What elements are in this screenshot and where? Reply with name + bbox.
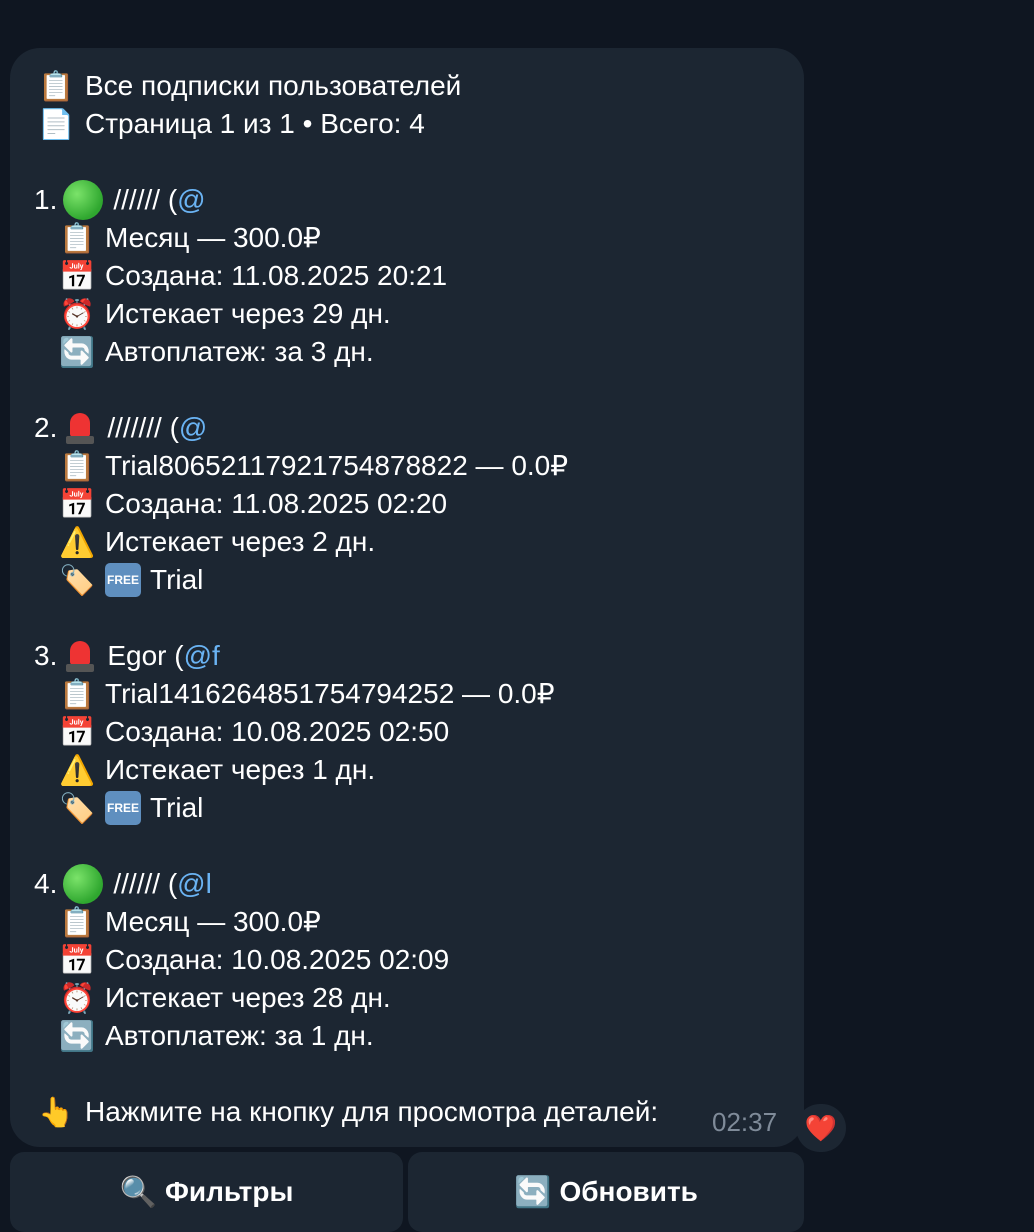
green-circle-icon — [63, 180, 104, 220]
subscription-3-created: 📅 Создана: 10.08.2025 02:50 — [58, 713, 449, 751]
subscription-4-plan: 📋 Месяц — 300.0₽ — [58, 903, 321, 941]
refresh-button-label: Обновить — [559, 1176, 698, 1207]
subscription-index: 1. — [34, 184, 58, 215]
expires-text: Истекает через 2 дн. — [105, 526, 376, 557]
alarm-clock-icon: ⏰ — [58, 980, 96, 1015]
plan-text: Trial80652117921754878822 — 0.0₽ — [105, 450, 569, 481]
trial-text: Trial — [150, 564, 204, 595]
calendar-icon: 📅 — [58, 486, 96, 521]
refresh-icon: 🔄 — [514, 1175, 552, 1209]
created-text: Создана: 11.08.2025 02:20 — [105, 488, 448, 519]
subscription-1-header: 1. ////// ( @ — [34, 180, 206, 220]
subscription-index: 4. — [34, 868, 58, 899]
plan-text: Месяц — 300.0₽ — [105, 906, 321, 937]
siren-icon — [63, 409, 97, 447]
subscription-4-header: 4. ////// ( @l — [34, 864, 212, 904]
subscription-2-header: 2. /////// ( @ — [34, 409, 207, 447]
siren-icon — [63, 637, 97, 675]
header-title-line: 📋 Все подписки пользователей — [36, 67, 461, 105]
subscription-2-extra: 🏷️ FREE Trial — [58, 561, 203, 599]
created-text: Создана: 11.08.2025 20:21 — [105, 260, 448, 291]
subscription-2-expires: ⚠️ Истекает через 2 дн. — [58, 523, 375, 561]
subscription-4-created: 📅 Создана: 10.08.2025 02:09 — [58, 941, 449, 979]
pointing-up-hand-icon: 👆 — [37, 1094, 75, 1129]
label-tag-icon: 🏷️ — [58, 790, 96, 825]
clipboard-icon: 📋 — [58, 448, 96, 483]
subscription-3-header: 3. Egor ( @f — [34, 637, 220, 675]
subscription-2-plan: 📋 Trial80652117921754878822 — 0.0₽ — [58, 447, 568, 485]
label-tag-icon: 🏷️ — [58, 562, 96, 597]
refresh-button[interactable]: 🔄 Обновить — [408, 1152, 804, 1232]
refresh-icon: 🔄 — [58, 334, 96, 369]
subscription-index: 3. — [34, 640, 58, 671]
heart-reaction-icon[interactable]: ❤️ — [796, 1104, 846, 1152]
subscription-user-name: ////// ( — [113, 868, 178, 899]
expires-text: Истекает через 28 дн. — [105, 982, 391, 1013]
subscription-user-name: /////// ( — [107, 412, 179, 443]
green-circle-icon — [63, 864, 104, 904]
magnifier-icon: 🔍 — [119, 1175, 157, 1209]
page-icon: 📄 — [37, 106, 75, 141]
subscription-1-plan: 📋 Месяц — 300.0₽ — [58, 219, 321, 257]
calendar-icon: 📅 — [58, 942, 96, 977]
calendar-icon: 📅 — [58, 258, 96, 293]
subscription-1-expires: ⏰ Истекает через 29 дн. — [58, 295, 391, 333]
calendar-icon: 📅 — [58, 714, 96, 749]
subscription-4-extra: 🔄 Автоплатеж: за 1 дн. — [58, 1017, 374, 1055]
clipboard-icon: 📋 — [58, 904, 96, 939]
filters-button[interactable]: 🔍 Фильтры — [10, 1152, 403, 1232]
hint-line: 👆 Нажмите на кнопку для просмотра детале… — [36, 1093, 658, 1131]
autopay-text: Автоплатеж: за 3 дн. — [105, 336, 374, 367]
subscription-index: 2. — [34, 412, 58, 443]
trial-text: Trial — [150, 792, 204, 823]
subscription-1-extra: 🔄 Автоплатеж: за 3 дн. — [58, 333, 374, 371]
user-handle-link[interactable]: @ — [177, 181, 205, 219]
subscription-user-name: ////// ( — [113, 184, 178, 215]
free-badge-icon: FREE — [105, 791, 141, 825]
refresh-icon: 🔄 — [58, 1018, 96, 1053]
message-timestamp: 02:37 — [712, 1107, 778, 1137]
filters-button-label: Фильтры — [164, 1176, 294, 1207]
created-text: Создана: 10.08.2025 02:50 — [105, 716, 450, 747]
page-info: Страница 1 из 1 • Всего: 4 — [85, 108, 425, 139]
alarm-clock-icon: ⏰ — [58, 296, 96, 331]
header-page-line: 📄 Страница 1 из 1 • Всего: 4 — [36, 105, 425, 143]
expires-text: Истекает через 29 дн. — [105, 298, 391, 329]
plan-text: Месяц — 300.0₽ — [105, 222, 321, 253]
hint-text: Нажмите на кнопку для просмотра деталей: — [85, 1096, 659, 1127]
free-badge-icon: FREE — [105, 563, 141, 597]
warning-icon: ⚠️ — [58, 524, 96, 559]
plan-text: Trial14162648517547942​52 — 0.0₽ — [105, 678, 555, 709]
subscription-user-name: Egor ( — [107, 640, 184, 671]
created-text: Создана: 10.08.2025 02:09 — [105, 944, 450, 975]
clipboard-icon: 📋 — [37, 68, 75, 103]
clipboard-icon: 📋 — [58, 676, 96, 711]
subscription-2-created: 📅 Создана: 11.08.2025 02:20 — [58, 485, 447, 523]
subscription-3-plan: 📋 Trial14162648517547942​52 — 0.0₽ — [58, 675, 555, 713]
autopay-text: Автоплатеж: за 1 дн. — [105, 1020, 374, 1051]
clipboard-icon: 📋 — [58, 220, 96, 255]
user-handle-link[interactable]: @f — [184, 637, 220, 675]
user-handle-link[interactable]: @l — [177, 865, 212, 903]
subscription-1-created: 📅 Создана: 11.08.2025 20:21 — [58, 257, 447, 295]
user-handle-link[interactable]: @ — [179, 409, 207, 447]
subscription-4-expires: ⏰ Истекает через 28 дн. — [58, 979, 391, 1017]
header-title: Все подписки пользователей — [85, 70, 462, 101]
subscription-3-expires: ⚠️ Истекает через 1 дн. — [58, 751, 375, 789]
subscription-3-extra: 🏷️ FREE Trial — [58, 789, 203, 827]
warning-icon: ⚠️ — [58, 752, 96, 787]
expires-text: Истекает через 1 дн. — [105, 754, 376, 785]
